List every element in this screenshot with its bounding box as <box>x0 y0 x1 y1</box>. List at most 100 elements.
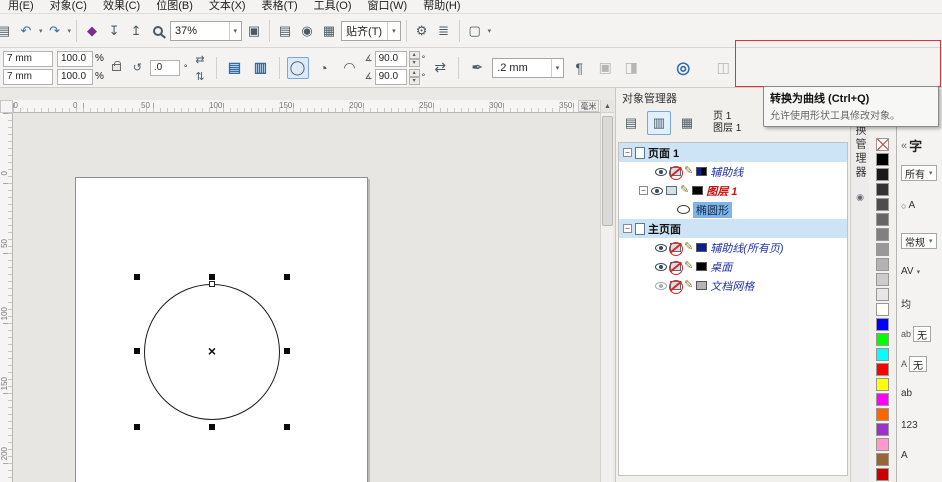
redo-dropdown-icon[interactable]: ▾ <box>68 27 72 35</box>
menu-item-window[interactable]: 窗口(W) <box>360 0 416 14</box>
visibility-dimmed-icon[interactable] <box>655 281 667 290</box>
palette-color[interactable] <box>876 243 889 256</box>
kerning-row[interactable]: AV ▾ <box>901 266 920 277</box>
vertical-ruler[interactable]: 0 50 100 150 200 <box>0 113 13 482</box>
tree-row-guides-all-pages[interactable]: ✎ 辅助线(所有页) <box>619 238 847 257</box>
palette-color[interactable] <box>876 348 889 361</box>
options-icon[interactable]: ⚙ <box>412 20 432 42</box>
menu-item-help[interactable]: 帮助(H) <box>415 0 468 14</box>
palette-color[interactable] <box>876 213 889 226</box>
selection-handle-nw[interactable] <box>134 274 140 280</box>
layer-color-swatch[interactable] <box>696 243 708 252</box>
docker-target-icon[interactable]: ◉ <box>856 192 864 203</box>
menu-item-bitmaps[interactable]: 位图(B) <box>148 0 201 14</box>
collapse-icon[interactable]: − <box>639 186 648 195</box>
layer-color-swatch[interactable] <box>696 167 708 176</box>
palette-color[interactable] <box>876 288 889 301</box>
position-row[interactable]: ab <box>901 388 912 399</box>
visibility-icon[interactable] <box>655 262 667 271</box>
menu-item-table[interactable]: 表格(T) <box>254 0 306 14</box>
menu-item-text[interactable]: 文本(X) <box>201 0 254 14</box>
convert-to-curves-button[interactable]: ◎ <box>672 57 694 79</box>
ellipse-node[interactable] <box>209 281 215 287</box>
palette-color[interactable] <box>876 423 889 436</box>
spin-up-icon[interactable]: ▴ <box>408 68 420 77</box>
edit-across-layers-button[interactable]: ▥ <box>647 111 671 135</box>
print-disabled-icon[interactable] <box>669 280 683 294</box>
char-style-row[interactable]: A <box>901 450 908 461</box>
visibility-icon[interactable] <box>651 186 663 195</box>
palette-color[interactable] <box>876 168 889 181</box>
justify-row[interactable]: 均 <box>901 296 911 311</box>
font-style-select[interactable]: 常规 ▾ <box>901 233 937 249</box>
text-wrap-button[interactable]: ¶ <box>568 57 590 79</box>
redo-button[interactable]: ↷ <box>45 20 65 42</box>
fullscreen-preview-icon[interactable]: ▣ <box>244 20 264 42</box>
outline-pen-icon[interactable]: ✒ <box>466 57 488 79</box>
ruler-origin-corner[interactable] <box>0 100 13 113</box>
scrollbar-thumb[interactable] <box>602 116 613 226</box>
edit-icon[interactable]: ✎ <box>680 185 689 196</box>
palette-color[interactable] <box>876 183 889 196</box>
start-angle-field[interactable]: 90.0 <box>374 50 407 67</box>
selection-center-mark[interactable]: × <box>208 343 216 359</box>
mirror-vertical-button[interactable]: ⇅ <box>192 69 209 84</box>
selection-handle-sw[interactable] <box>134 424 140 430</box>
edit-icon[interactable]: ✎ <box>684 280 693 291</box>
palette-color[interactable] <box>876 333 889 346</box>
selection-handle-n[interactable] <box>209 274 215 280</box>
caps-row[interactable]: A 无 <box>901 356 928 372</box>
layer-color-swatch[interactable] <box>696 262 708 271</box>
vertical-scrollbar[interactable]: ▲ <box>600 100 614 482</box>
selection-handle-e[interactable] <box>284 348 290 354</box>
collapse-docker-icon[interactable]: « <box>901 140 907 152</box>
end-angle-field[interactable]: 90.0 <box>374 68 407 85</box>
collapse-icon[interactable]: − <box>623 148 632 157</box>
ellipse-mode-button[interactable]: ◯ <box>286 56 309 79</box>
lock-ratio-button[interactable] <box>108 60 125 75</box>
print-icon[interactable] <box>666 186 677 195</box>
tree-row-ellipse-object[interactable]: 椭圆形 <box>619 200 847 219</box>
import-icon[interactable]: ↧ <box>104 20 124 42</box>
snap-dropdown-icon[interactable]: ▾ <box>387 21 396 40</box>
menu-item-tools[interactable]: 工具(O) <box>306 0 360 14</box>
application-launcher-icon[interactable]: ≣ <box>434 20 454 42</box>
connect-icon[interactable]: ◆ <box>82 20 102 42</box>
export-icon[interactable]: ↥ <box>126 20 146 42</box>
arrange-back-icon[interactable]: ▥ <box>250 57 272 79</box>
layer-color-swatch[interactable] <box>692 186 704 195</box>
no-color-swatch[interactable] <box>876 138 889 151</box>
change-direction-button[interactable]: ⇄ <box>429 57 451 79</box>
tree-row-layer1[interactable]: − ✎ 图层 1 <box>619 181 847 200</box>
palette-color[interactable] <box>876 453 889 466</box>
show-rulers-icon[interactable]: ▤ <box>275 20 295 42</box>
outline-width-combo[interactable]: .2 mm ▾ <box>492 57 565 78</box>
tree-row-master-page[interactable]: − 主页面 <box>619 219 847 238</box>
scale-y-field[interactable]: 100.0 <box>57 68 93 85</box>
tree-row-guides[interactable]: ✎ 辅助线 <box>619 162 847 181</box>
tree-row-page1[interactable]: − 页面 1 <box>619 143 847 162</box>
palette-color[interactable] <box>876 318 889 331</box>
selection-handle-se[interactable] <box>284 424 290 430</box>
palette-color[interactable] <box>876 228 889 241</box>
tree-row-desktop[interactable]: ✎ 桌面 <box>619 257 847 276</box>
clipboard-icon[interactable]: ▤ <box>0 20 14 42</box>
layer-manager-view-button[interactable]: ▦ <box>675 111 699 135</box>
print-disabled-icon[interactable] <box>669 261 683 275</box>
undo-dropdown-icon[interactable]: ▾ <box>39 27 43 35</box>
zoom-dropdown-icon[interactable]: ▾ <box>228 21 237 40</box>
selection-handle-ne[interactable] <box>284 274 290 280</box>
selection-handle-w[interactable] <box>134 348 140 354</box>
pie-mode-button[interactable]: ◔ <box>313 57 335 79</box>
print-disabled-icon[interactable] <box>669 242 683 256</box>
scale-x-field[interactable]: 100.0 <box>57 50 93 67</box>
palette-color[interactable] <box>876 408 889 421</box>
object-height-field[interactable]: 7 mm <box>3 68 53 85</box>
zoom-tool-icon[interactable] <box>148 20 168 42</box>
layer-color-swatch[interactable] <box>696 281 708 290</box>
arrange-front-icon[interactable]: ▤ <box>224 57 246 79</box>
palette-color[interactable] <box>876 378 889 391</box>
show-object-properties-button[interactable]: ▤ <box>619 111 643 135</box>
arc-mode-button[interactable]: ◠ <box>339 57 361 79</box>
snap-to-combo[interactable]: 贴齐(T) ▾ <box>341 20 401 41</box>
